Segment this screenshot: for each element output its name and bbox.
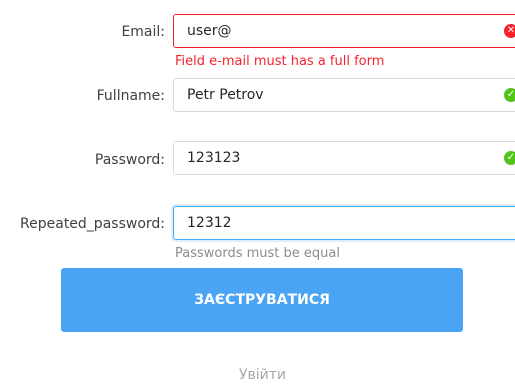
repeated-password-field[interactable] [174,207,494,239]
fullname-field[interactable] [174,79,494,111]
email-field-wrapper: ✕ [173,14,515,48]
email-label: Email: [121,24,165,40]
close-circle-icon[interactable]: ✕ [504,24,515,38]
password-field[interactable] [174,142,494,174]
check-circle-icon: ✓ [504,151,515,165]
fullname-label: Fullname: [96,88,165,104]
email-error-message: Field e-mail must has a full form [175,54,385,69]
check-circle-icon: ✓ [504,88,515,102]
password-field-wrapper: ✓ [173,141,515,175]
repeated-password-hint: Passwords must be equal [175,246,340,261]
register-button[interactable]: ЗАЄСТРУВАТИСЯ [61,268,463,332]
repeated-password-label: Repeated_password: [20,216,165,232]
fullname-field-wrapper: ✓ [173,78,515,112]
repeated-password-field-wrapper [173,206,515,240]
password-label: Password: [94,152,165,168]
login-link[interactable]: Увійти [0,367,515,383]
email-field[interactable] [174,15,494,47]
registration-form: Email: ✕ Field e-mail must has a full fo… [0,0,515,385]
